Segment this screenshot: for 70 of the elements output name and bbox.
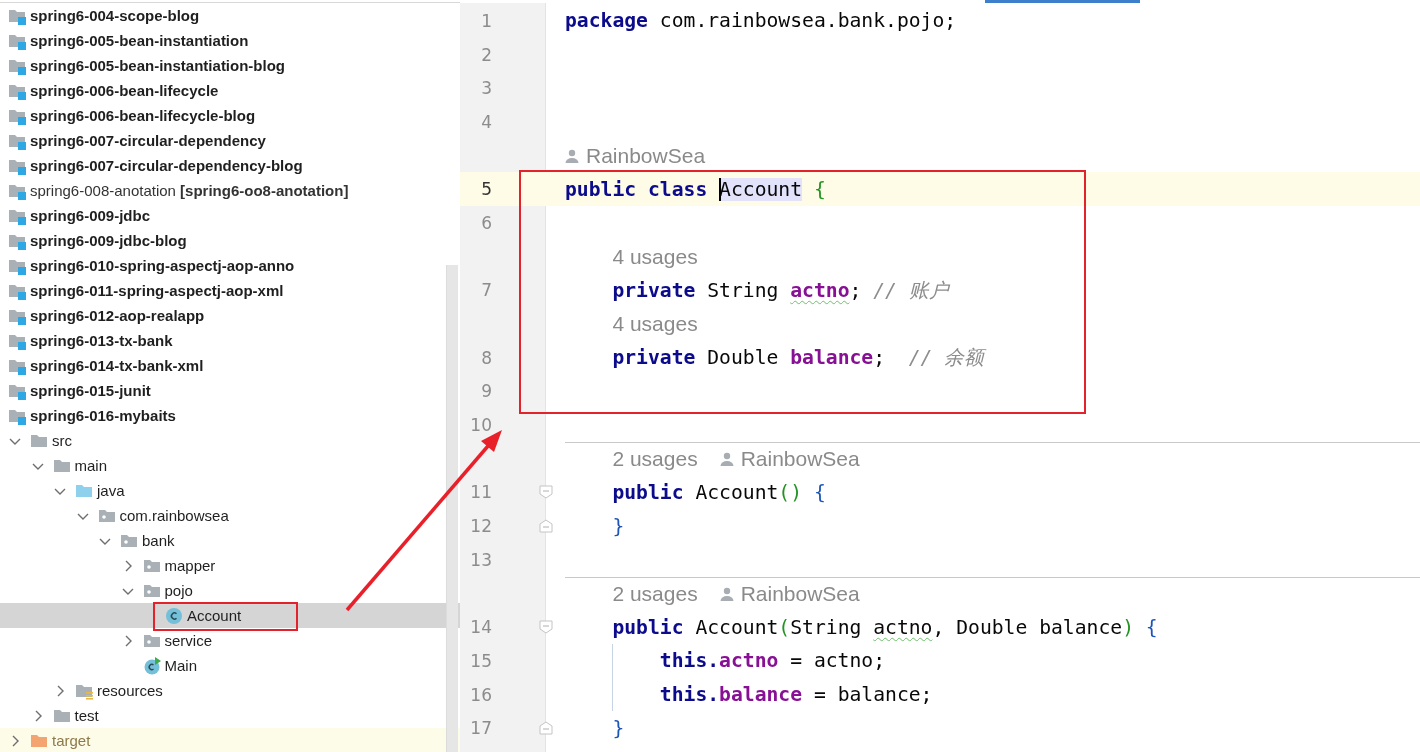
line-number: 6 (480, 212, 492, 233)
tree-item[interactable]: spring6-015-junit (0, 378, 460, 403)
tree-item[interactable]: mapper (0, 553, 460, 578)
line-number: 15 (469, 650, 492, 671)
code-line: } (611, 716, 625, 740)
tree-item[interactable]: spring6-012-aop-realapp (0, 303, 460, 328)
code-line: package com.rainbowsea.bank.pojo; (565, 9, 957, 33)
usages-hint[interactable]: 4 usages (612, 312, 698, 337)
fold-marker-icon[interactable] (539, 519, 553, 534)
code-line: private Double balance; // 余额 (611, 345, 985, 372)
usages-hint[interactable]: 2 usages (612, 446, 698, 471)
line-number: 13 (469, 549, 492, 570)
line-number: 11 (469, 482, 492, 503)
person-icon (719, 451, 734, 466)
tree-item[interactable]: spring6-009-jdbc-blog (0, 228, 460, 253)
person-icon (719, 586, 734, 601)
tree-item[interactable]: src (0, 428, 460, 453)
tree-item[interactable]: Account (0, 603, 460, 628)
line-number: 1 (480, 10, 492, 31)
line-number: 17 (469, 718, 492, 739)
line-number: 12 (469, 516, 492, 537)
line-number: 10 (469, 415, 492, 436)
class-icon (165, 606, 183, 625)
code-line: public Account() { (611, 480, 826, 504)
code-line: this.actno = actno; (658, 649, 886, 673)
line-number: 2 (480, 44, 492, 65)
tree-item[interactable]: Main (0, 653, 460, 678)
tree-item[interactable]: bank (0, 528, 460, 553)
fold-marker-icon[interactable] (539, 620, 553, 635)
usages-hint[interactable]: 2 usages (612, 581, 698, 606)
tree-item[interactable]: spring6-008-anotation [spring6-oo8-anotation] (0, 178, 460, 203)
tree-item[interactable]: spring6-005-bean-instantiation-blog (0, 53, 460, 78)
tree-item[interactable]: spring6-014-tx-bank-xml (0, 353, 460, 378)
line-number: 7 (480, 280, 492, 301)
line-number: 4 (480, 111, 492, 132)
tree-item[interactable]: spring6-009-jdbc (0, 203, 460, 228)
code-line: public Account(String actno, Double balance) { (611, 615, 1158, 639)
tree-item[interactable]: spring6-004-scope-blog (0, 3, 460, 28)
code-line: this.balance = balance; (658, 683, 933, 707)
fold-marker-icon[interactable] (539, 485, 553, 500)
tree-item[interactable]: spring6-007-circular-dependency-blog (0, 153, 460, 178)
tree-item[interactable]: spring6-011-spring-aspectj-aop-xml (0, 278, 460, 303)
tree-item[interactable]: target (0, 728, 460, 752)
code-line: } (611, 514, 625, 538)
tree-item[interactable]: spring6-007-circular-dependency (0, 128, 460, 153)
usages-hint[interactable]: 4 usages (612, 244, 698, 269)
person-icon (565, 148, 579, 163)
line-number: 14 (469, 617, 492, 638)
tree-item[interactable]: main (0, 453, 460, 478)
tree-item[interactable]: com.rainbowsea (0, 503, 460, 528)
code-line: private String actno; // 账户 (611, 277, 949, 304)
line-number: 5 (480, 179, 492, 200)
tree-item[interactable]: pojo (0, 578, 460, 603)
fold-marker-icon[interactable] (539, 721, 553, 736)
line-number: 9 (480, 381, 492, 402)
tree-item[interactable]: spring6-013-tx-bank (0, 328, 460, 353)
tree-item[interactable]: spring6-006-bean-lifecycle (0, 78, 460, 103)
runnable-class-icon (142, 656, 161, 675)
tree-item[interactable]: spring6-010-spring-aspectj-aop-anno (0, 253, 460, 278)
tree-item[interactable]: spring6-016-mybaits (0, 403, 460, 428)
tree-item[interactable]: test (0, 703, 460, 728)
scrollbar[interactable] (446, 265, 458, 752)
tree-item[interactable]: resources (0, 678, 460, 703)
tree-item[interactable]: spring6-005-bean-instantiation (0, 28, 460, 53)
tree-item[interactable]: java (0, 478, 460, 503)
line-number: 16 (469, 684, 492, 705)
tree-item[interactable]: spring6-006-bean-lifecycle-blog (0, 103, 460, 128)
tree-item[interactable]: service (0, 628, 460, 653)
line-number: 8 (480, 347, 492, 368)
line-number: 3 (480, 78, 492, 99)
